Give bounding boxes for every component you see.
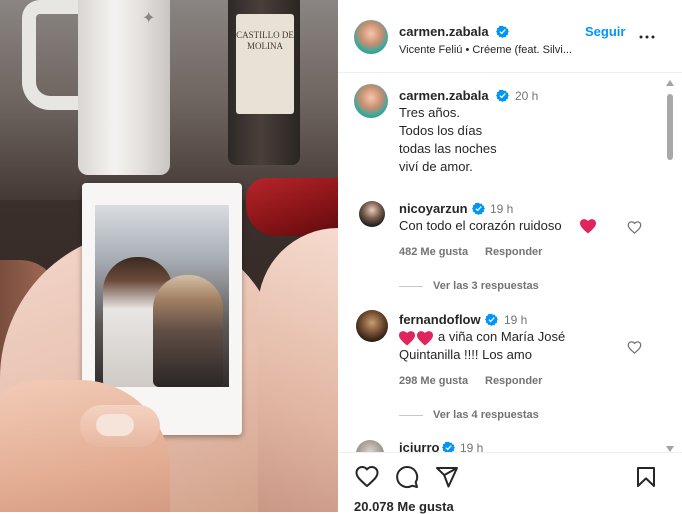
comment-avatar[interactable] (359, 201, 385, 227)
verified-badge-icon (485, 313, 498, 326)
author-username[interactable]: carmen.zabala (399, 24, 489, 39)
follow-button[interactable]: Seguir (585, 24, 625, 39)
tumbler-cup (78, 0, 170, 175)
author-avatar[interactable] (354, 20, 388, 54)
view-replies-button[interactable]: Ver las 4 respuestas (433, 409, 539, 421)
scroll-thumb[interactable] (667, 94, 673, 160)
comment-time[interactable]: 19 h (504, 313, 527, 327)
more-icon[interactable] (638, 28, 656, 46)
verified-badge-icon (496, 25, 509, 38)
thumbnail-nail (96, 414, 134, 436)
red-heart-emoji-icon (417, 331, 433, 346)
comment-text: Con todo el corazón ruidoso (399, 218, 562, 233)
red-heart-emoji-icon (399, 331, 415, 346)
caption-line: todas las noches (399, 141, 497, 156)
right-knee (258, 228, 338, 512)
comments-scrollbar[interactable] (666, 80, 674, 452)
verified-badge-icon (496, 89, 509, 102)
share-icon[interactable] (435, 465, 459, 489)
bookmark-icon[interactable] (634, 465, 658, 489)
caption-time[interactable]: 20 h (515, 89, 538, 103)
caption-line: Tres años. (399, 105, 460, 120)
caption-line: viví de amor. (399, 159, 473, 174)
comment-time[interactable]: 19 h (460, 441, 483, 452)
post-photo: ✦ CASTILLO DE MOLINA (0, 0, 338, 512)
verified-badge-icon (472, 202, 485, 215)
replies-divider (399, 286, 423, 287)
comment-likes[interactable]: 298 Me gusta (399, 375, 468, 387)
comment-username[interactable]: icjurro (399, 440, 439, 452)
red-heart-emoji-icon (580, 219, 596, 234)
comment-username[interactable]: fernandoflow (399, 312, 481, 327)
post-header: carmen.zabala Seguir Vicente Feliú • Cré… (338, 0, 682, 73)
replies-divider (399, 415, 423, 416)
action-bar: 20.078 Me gusta (338, 452, 682, 514)
comment-text: Quintanilla !!!! Los amo (399, 347, 532, 362)
comment-like-heart-icon[interactable] (627, 220, 642, 235)
scroll-up-arrow-icon[interactable] (666, 80, 674, 86)
comment-avatar[interactable] (356, 440, 384, 452)
comment-icon[interactable] (395, 465, 419, 489)
caption-username[interactable]: carmen.zabala (399, 88, 489, 103)
tumbler-handle (22, 0, 82, 110)
post-side-panel: carmen.zabala Seguir Vicente Feliú • Cré… (338, 0, 682, 514)
comment-text: a viña con María José (438, 329, 566, 344)
caption-line: Todos los días (399, 123, 483, 138)
bottle-label: CASTILLO DE MOLINA (236, 14, 294, 114)
comment-like-heart-icon[interactable] (627, 340, 642, 355)
comment-time[interactable]: 19 h (490, 202, 513, 216)
view-replies-button[interactable]: Ver las 3 respuestas (433, 280, 539, 292)
caption-avatar[interactable] (354, 84, 388, 118)
comment-likes[interactable]: 482 Me gusta (399, 246, 468, 258)
audio-track[interactable]: Vicente Feliú • Créeme (feat. Silvi... (399, 44, 591, 56)
comment-row-partial: icjurro 19 h (338, 434, 666, 452)
polaroid-couple-image (95, 205, 229, 387)
reply-button[interactable]: Responder (485, 375, 542, 387)
heart-icon[interactable] (355, 465, 379, 489)
verified-badge-icon (442, 441, 455, 452)
tumbler-logo: ✦ (142, 10, 156, 27)
reply-button[interactable]: Responder (485, 246, 542, 258)
red-gift-wrap (246, 178, 338, 236)
comment-avatar[interactable] (356, 310, 388, 342)
polaroid-woman (153, 275, 223, 387)
comment-username[interactable]: nicoyarzun (399, 201, 468, 216)
